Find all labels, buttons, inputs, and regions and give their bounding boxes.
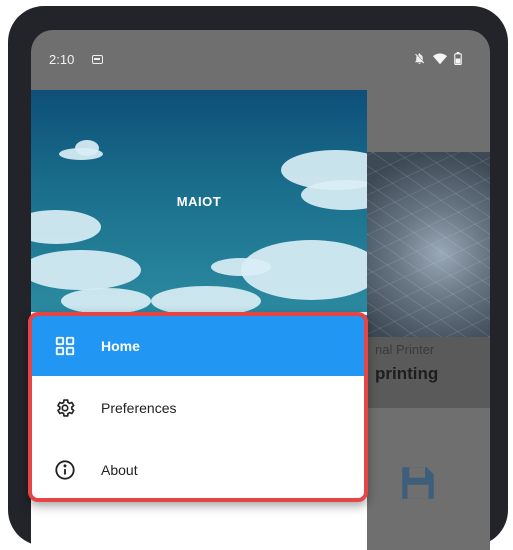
menu-item-preferences[interactable]: Preferences bbox=[31, 377, 367, 438]
status-time: 2:10 bbox=[49, 52, 75, 67]
background-card-overline: nal Printer bbox=[375, 342, 435, 357]
status-icons bbox=[413, 52, 462, 65]
menu-item-label: Home bbox=[101, 337, 140, 354]
gear-icon bbox=[51, 394, 79, 422]
notifications-off-icon bbox=[413, 52, 426, 65]
menu-item-about[interactable]: About bbox=[31, 439, 367, 500]
drawer-title: MAIOT bbox=[176, 194, 222, 209]
navigation-drawer: MAIOT Home Preferences About bbox=[31, 90, 367, 550]
cloud-decoration bbox=[241, 240, 367, 300]
cloud-decoration bbox=[75, 140, 99, 156]
calendar-icon bbox=[92, 55, 103, 64]
save-icon bbox=[397, 462, 439, 509]
background-card-title: printing bbox=[375, 364, 439, 383]
cloud-decoration bbox=[31, 250, 141, 290]
grid-icon bbox=[51, 332, 79, 360]
wifi-icon bbox=[433, 52, 447, 65]
menu-item-label: About bbox=[101, 461, 138, 478]
drawer-header: MAIOT bbox=[31, 90, 367, 312]
background-card: nal Printer printing bbox=[367, 152, 490, 408]
battery-icon bbox=[454, 52, 462, 65]
cloud-decoration bbox=[31, 210, 101, 244]
menu-item-home[interactable]: Home bbox=[31, 315, 367, 376]
background-card-image bbox=[367, 152, 490, 337]
cloud-decoration bbox=[151, 286, 261, 312]
menu-item-label: Preferences bbox=[101, 399, 177, 416]
cloud-decoration bbox=[61, 288, 151, 312]
info-icon bbox=[51, 456, 79, 484]
